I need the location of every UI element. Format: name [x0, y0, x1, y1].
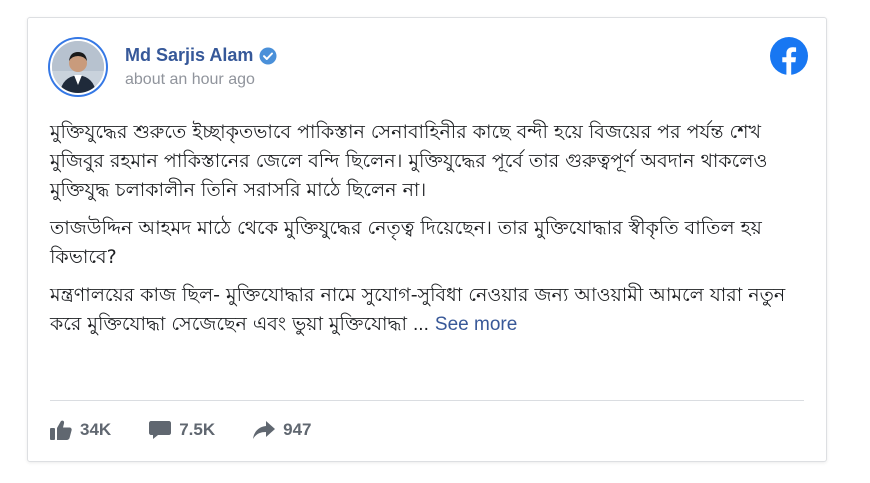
author-name-link[interactable]: Md Sarjis Alam: [125, 45, 253, 66]
like-count-button[interactable]: 34K: [50, 420, 111, 440]
post-body: মুক্তিযুদ্ধের শুরুতে ইচ্ছাকৃতভাবে পাকিস্…: [50, 118, 810, 348]
truncation-ellipsis: ...: [413, 314, 429, 335]
thumbs-up-icon: [50, 420, 72, 440]
engagement-stats: 34K 7.5K 947: [50, 420, 349, 440]
share-arrow-icon: [253, 421, 276, 439]
share-count-button[interactable]: 947: [253, 420, 311, 440]
author-header: Md Sarjis Alam: [125, 45, 277, 66]
post-paragraph: তাজউদ্দিন আহমদ মাঠে থেকে মুক্তিযুদ্ধের ন…: [50, 217, 762, 268]
facebook-post-card: Md Sarjis Alam about an hour ago মুক্তিয…: [27, 17, 827, 462]
post-paragraph-truncated: মন্ত্রণালয়ের কাজ ছিল- মুক্তিযোদ্ধার নাম…: [50, 281, 810, 339]
footer-divider: [50, 400, 804, 401]
post-paragraph: মুক্তিযুদ্ধের শুরুতে ইচ্ছাকৃতভাবে পাকিস্…: [50, 121, 768, 201]
like-count: 34K: [80, 420, 112, 439]
avatar-photo: [50, 39, 106, 95]
post-timestamp[interactable]: about an hour ago: [125, 71, 255, 89]
facebook-logo-icon[interactable]: [770, 37, 808, 75]
share-count: 947: [283, 420, 312, 439]
comment-bubble-icon: [149, 421, 172, 439]
see-more-link[interactable]: See more: [435, 314, 517, 335]
comment-count-button[interactable]: 7.5K: [149, 420, 215, 440]
verified-badge-icon: [259, 47, 277, 65]
comment-count: 7.5K: [179, 420, 216, 439]
author-avatar[interactable]: [48, 37, 108, 97]
